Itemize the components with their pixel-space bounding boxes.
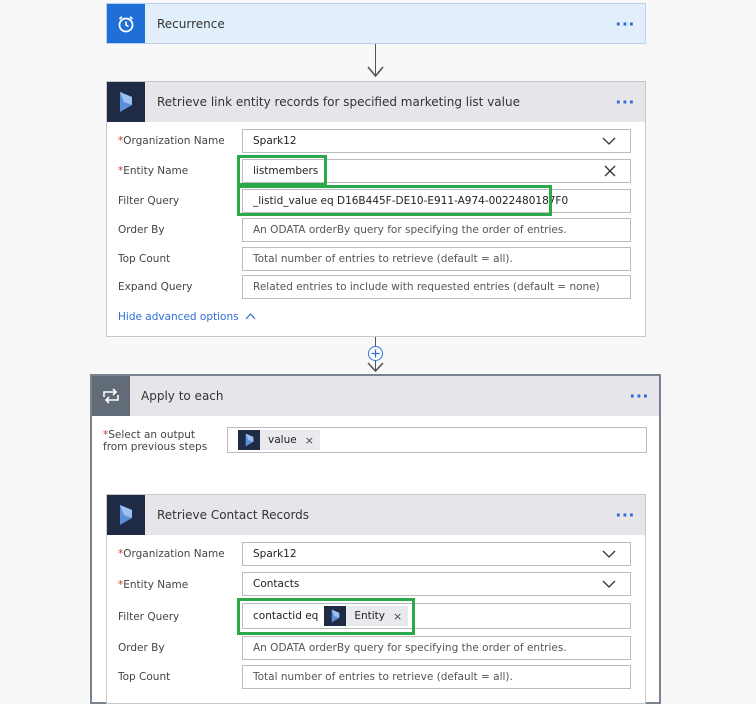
contact-order-by-input[interactable]: An ODATA orderBy query for specifying th…	[242, 636, 631, 660]
top-count-input[interactable]: Total number of entries to retrieve (def…	[242, 247, 631, 271]
hide-advanced-options-link[interactable]: Hide advanced options	[118, 311, 256, 323]
expand-query-input[interactable]: Related entries to include with requeste…	[242, 275, 631, 299]
contact-top-count-input[interactable]: Total number of entries to retrieve (def…	[242, 665, 631, 689]
top-count-placeholder: Total number of entries to retrieve (def…	[253, 253, 513, 265]
expand-query-label: Expand Query	[118, 281, 193, 293]
recurrence-more-button[interactable]: ···	[615, 14, 635, 33]
contact-top-count-placeholder: Total number of entries to retrieve (def…	[253, 671, 513, 683]
contact-entity-name-value: Contacts	[253, 578, 300, 590]
org-name-value: Spark12	[253, 135, 297, 147]
top-count-label: Top Count	[118, 253, 171, 265]
contact-top-count-label: Top Count	[118, 671, 171, 683]
apply-to-each-header[interactable]: Apply to each ···	[92, 376, 659, 416]
arrow-down-icon	[367, 66, 384, 78]
dynamics-icon	[107, 82, 145, 122]
insert-step-button[interactable]	[368, 346, 383, 361]
value-token[interactable]: value ×	[238, 430, 320, 450]
dynamics-icon	[107, 495, 145, 535]
filter-query-highlight	[237, 185, 552, 216]
value-token-label: value	[268, 434, 297, 446]
expand-query-placeholder: Related entries to include with requeste…	[253, 281, 600, 293]
select-output-input[interactable]: value ×	[227, 427, 647, 453]
contact-entity-name-label: *Entity Name	[118, 579, 189, 591]
contact-filter-query-label: Filter Query	[118, 611, 180, 623]
remove-token-icon[interactable]: ×	[305, 434, 314, 447]
contact-org-name-select[interactable]: Spark12	[242, 542, 631, 566]
org-name-label: *Organization Name	[118, 135, 225, 147]
select-output-label: *Select an output from previous steps	[103, 429, 208, 453]
contact-filter-query-highlight	[237, 598, 415, 635]
order-by-label: Order By	[118, 224, 165, 236]
recurrence-card[interactable]: Recurrence ···	[106, 3, 646, 44]
retrieve-contact-records-title: Retrieve Contact Records	[157, 508, 310, 522]
clear-icon[interactable]	[604, 165, 616, 177]
contact-org-name-value: Spark12	[253, 548, 297, 560]
order-by-input[interactable]: An ODATA orderBy query for specifying th…	[242, 218, 631, 242]
arrow-down-icon	[367, 362, 384, 373]
chevron-down-icon	[602, 580, 616, 588]
entity-name-label: *Entity Name	[118, 165, 189, 177]
contact-entity-name-select[interactable]: Contacts	[242, 572, 631, 596]
contact-order-by-placeholder: An ODATA orderBy query for specifying th…	[253, 642, 567, 654]
dynamics-icon	[238, 430, 260, 450]
retrieve-contact-records-header[interactable]: Retrieve Contact Records ···	[107, 495, 645, 535]
entity-name-highlight	[237, 155, 327, 186]
plus-icon	[371, 349, 380, 358]
chevron-down-icon	[602, 550, 616, 558]
alarm-clock-icon	[107, 4, 145, 43]
loop-icon	[92, 376, 130, 416]
contact-org-name-label: *Organization Name	[118, 548, 225, 560]
contact-order-by-label: Order By	[118, 642, 165, 654]
chevron-down-icon	[602, 137, 616, 145]
retrieve-link-entity-title: Retrieve link entity records for specifi…	[157, 95, 520, 109]
apply-to-each-more-button[interactable]: ···	[629, 387, 649, 406]
org-name-select[interactable]: Spark12	[242, 129, 631, 153]
retrieve-contact-records-more-button[interactable]: ···	[615, 506, 635, 525]
retrieve-link-entity-header[interactable]: Retrieve link entity records for specifi…	[107, 82, 645, 122]
order-by-placeholder: An ODATA orderBy query for specifying th…	[253, 224, 567, 236]
retrieve-link-entity-more-button[interactable]: ···	[615, 93, 635, 112]
apply-to-each-title: Apply to each	[141, 389, 224, 403]
filter-query-label: Filter Query	[118, 195, 180, 207]
recurrence-title: Recurrence	[157, 16, 225, 31]
chevron-up-icon	[245, 313, 256, 320]
